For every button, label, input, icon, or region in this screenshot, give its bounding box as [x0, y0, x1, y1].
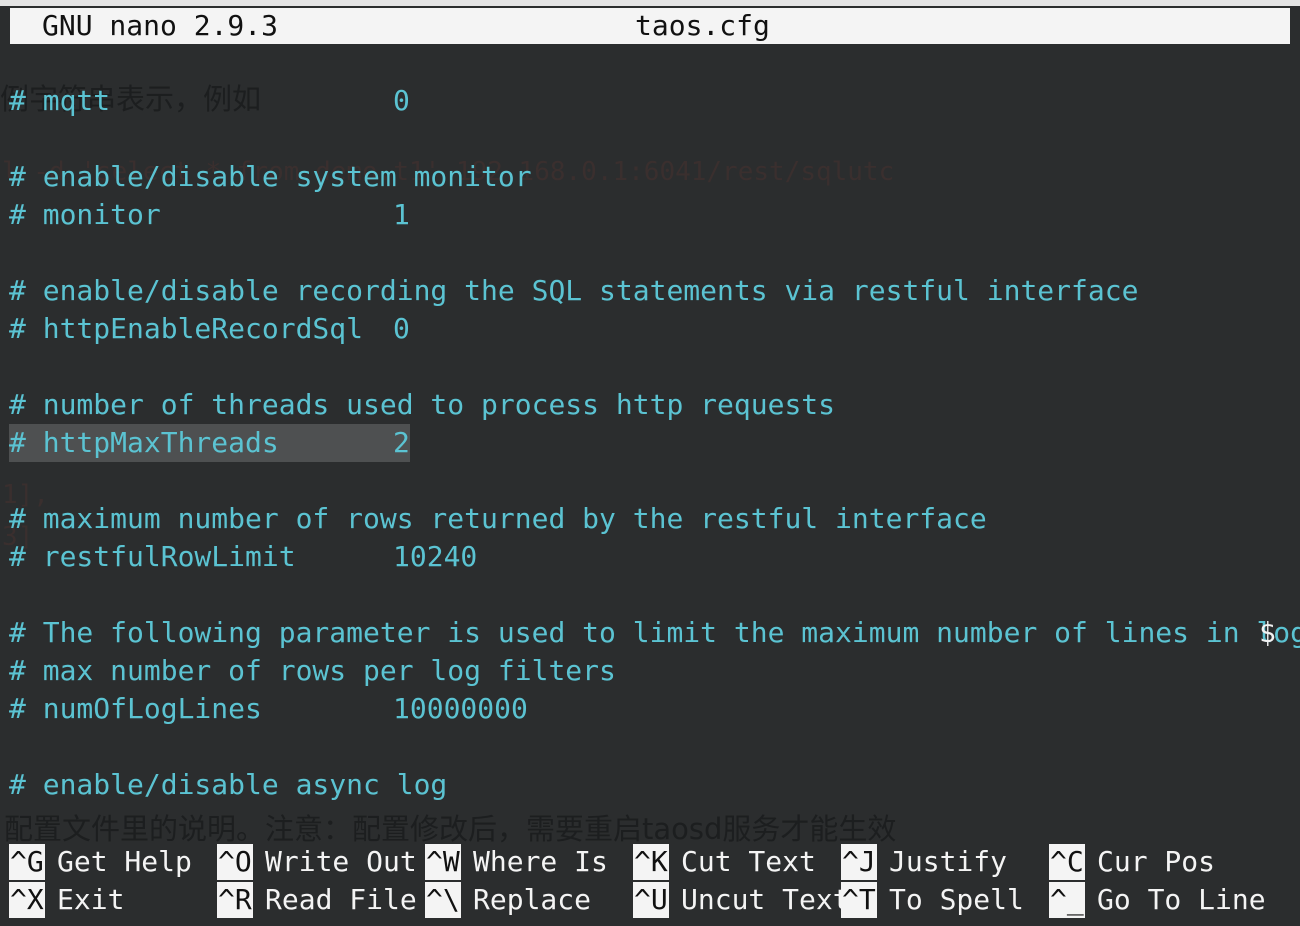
- editor-blank-line[interactable]: [0, 462, 1300, 500]
- shortcut-exit[interactable]: ^X Exit: [9, 881, 249, 919]
- file-name: taos.cfg: [635, 9, 770, 42]
- shortcut-write-out[interactable]: ^O Write Out: [217, 843, 457, 881]
- line-value: 10240: [393, 540, 478, 573]
- editor-blank-line[interactable]: [0, 234, 1300, 272]
- line-overflow-marker: $: [1259, 616, 1276, 649]
- editor-line[interactable]: # enable/disable async log: [0, 766, 1300, 804]
- line-text: # httpEnableRecordSql: [9, 312, 364, 345]
- window-frame: [0, 0, 1300, 6]
- shortcut-key: ^O: [217, 844, 253, 880]
- shortcut-key: ^J: [841, 844, 877, 880]
- line-text: # httpMaxThreads: [9, 426, 279, 459]
- shortcut-label: Get Help: [57, 845, 192, 878]
- shortcut-key: ^X: [9, 882, 45, 918]
- shortcut-read-file[interactable]: ^R Read File: [217, 881, 457, 919]
- shortcut-label: Cut Text: [681, 845, 816, 878]
- shortcut-key: ^T: [841, 882, 877, 918]
- line-value: 0: [393, 84, 410, 117]
- shortcut-key: ^W: [425, 844, 461, 880]
- line-text: # number of threads used to process http…: [9, 388, 836, 421]
- editor-blank-line[interactable]: [0, 576, 1300, 614]
- editor-line[interactable]: # httpMaxThreads 2: [0, 424, 1300, 462]
- editor-line[interactable]: # numOfLogLines 10000000: [0, 690, 1300, 728]
- line-value: 10000000: [393, 692, 528, 725]
- editor-line[interactable]: # maximum number of rows returned by the…: [0, 500, 1300, 538]
- shortcut-label: Where Is: [473, 845, 608, 878]
- editor-line[interactable]: # restfulRowLimit 10240: [0, 538, 1300, 576]
- editor-blank-line[interactable]: [0, 120, 1300, 158]
- shortcut-label: Write Out: [265, 845, 417, 878]
- editor-line[interactable]: # enable/disable recording the SQL state…: [0, 272, 1300, 310]
- line-text: # The following parameter is used to lim…: [9, 616, 1300, 649]
- shortcut-bar: ^G Get Help ^O Write Out ^W Where Is ^K Cut Tex…: [0, 843, 1300, 919]
- shortcut-to-spell[interactable]: ^T To Spell: [841, 881, 1081, 919]
- line-value: 1: [393, 198, 410, 231]
- shortcut-label: To Spell: [889, 883, 1024, 916]
- shortcut-cut-text[interactable]: ^K Cut Text: [633, 843, 873, 881]
- editor-line[interactable]: # max number of rows per log filters: [0, 652, 1300, 690]
- editor-line[interactable]: # monitor 1: [0, 196, 1300, 234]
- shortcut-key: ^U: [633, 882, 669, 918]
- shortcut-key: ^\: [425, 882, 461, 918]
- editor-line[interactable]: # enable/disable system monitor: [0, 158, 1300, 196]
- line-value: 0: [393, 312, 410, 345]
- shortcut-key: ^K: [633, 844, 669, 880]
- shortcut-go-to-line[interactable]: ^_ Go To Line: [1049, 881, 1289, 919]
- shortcut-key: ^R: [217, 882, 253, 918]
- shortcut-key: ^C: [1049, 844, 1085, 880]
- line-text: # monitor: [9, 198, 161, 231]
- shortcut-uncut-text[interactable]: ^U Uncut Text: [633, 881, 873, 919]
- shortcut-where-is[interactable]: ^W Where Is: [425, 843, 665, 881]
- line-text: # enable/disable recording the SQL state…: [9, 274, 1139, 307]
- editor-line[interactable]: # httpEnableRecordSql 0: [0, 310, 1300, 348]
- shortcut-key: ^G: [9, 844, 45, 880]
- editor-blank-line[interactable]: [0, 728, 1300, 766]
- shortcut-label: Justify: [889, 845, 1008, 878]
- line-value: 2: [393, 426, 410, 459]
- shortcut-key: ^_: [1049, 882, 1085, 918]
- editor-line[interactable]: # number of threads used to process http…: [0, 386, 1300, 424]
- editor-line[interactable]: # The following parameter is used to lim…: [0, 614, 1300, 652]
- editor-blank-line[interactable]: [0, 348, 1300, 386]
- shortcut-label: Cur Pos: [1097, 845, 1216, 878]
- line-text: # numOfLogLines: [9, 692, 262, 725]
- title-bar: GNU nano 2.9.3 taos.cfg: [10, 8, 1290, 44]
- shortcut-label: Exit: [57, 883, 125, 916]
- shortcut-label: Go To Line: [1097, 883, 1266, 916]
- line-text: # max number of rows per log filters: [9, 654, 616, 687]
- line-text: # enable/disable system monitor: [9, 160, 532, 193]
- editor-line[interactable]: # mqtt 0: [0, 82, 1300, 120]
- shortcut-label: Replace: [473, 883, 592, 916]
- shortcut-label: Uncut Text: [681, 883, 850, 916]
- shortcut-justify[interactable]: ^J Justify: [841, 843, 1081, 881]
- line-text: # restfulRowLimit: [9, 540, 296, 573]
- shortcut-cur-pos[interactable]: ^C Cur Pos: [1049, 843, 1289, 881]
- line-text: # mqtt: [9, 84, 111, 117]
- shortcut-get-help[interactable]: ^G Get Help: [9, 843, 249, 881]
- app-version: GNU nano 2.9.3: [42, 9, 279, 42]
- line-text: # enable/disable async log: [9, 768, 448, 801]
- editor-buffer[interactable]: # mqtt 0 # enable/disable system monitor # …: [0, 82, 1300, 804]
- background-text-bottom: 配置文件里的说明。注意：配置修改后，需要重启taosd服务才能生效: [4, 812, 897, 846]
- line-text: # maximum number of rows returned by the…: [9, 502, 987, 535]
- shortcut-replace[interactable]: ^\ Replace: [425, 881, 665, 919]
- shortcut-label: Read File: [265, 883, 417, 916]
